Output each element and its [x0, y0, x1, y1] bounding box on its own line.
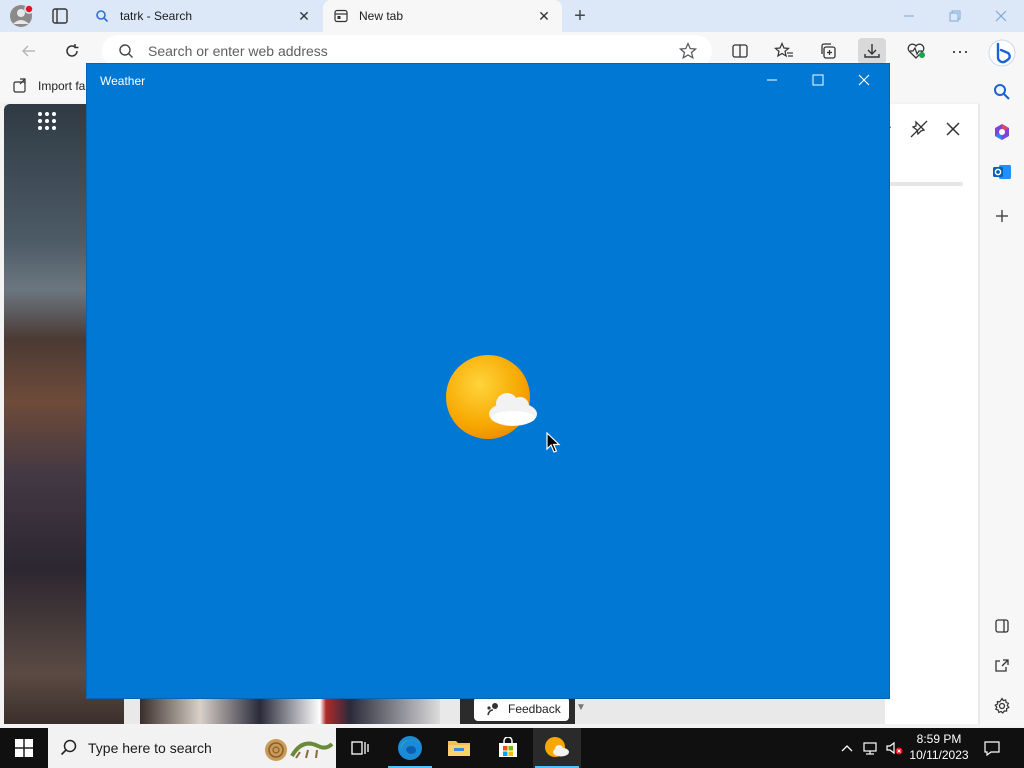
clock-time: 8:59 PM — [916, 732, 962, 746]
mouse-cursor-icon — [546, 431, 562, 454]
panel-divider — [889, 182, 963, 186]
address-input[interactable] — [148, 41, 668, 61]
microsoft-365-icon[interactable] — [990, 120, 1014, 144]
search-highlight-fossil-icon — [265, 739, 334, 761]
search-icon — [118, 43, 134, 59]
browser-restore-icon[interactable] — [932, 0, 978, 32]
collections-icon[interactable] — [814, 38, 842, 64]
taskbar-search-box[interactable]: Type here to search — [48, 728, 336, 768]
downloads-icon[interactable] — [858, 38, 886, 64]
windows-start-icon[interactable] — [0, 728, 48, 768]
browser-minimize-icon[interactable] — [886, 0, 932, 32]
maximize-icon[interactable] — [795, 64, 841, 96]
panel-close-icon[interactable] — [942, 118, 964, 140]
tab-new-tab[interactable]: New tab ✕ — [323, 0, 562, 32]
tab-search[interactable]: tatrk - Search ✕ — [84, 0, 322, 32]
tab-actions-menu-icon[interactable] — [48, 5, 72, 27]
weather-sun-cloud-icon — [445, 354, 541, 444]
more-options-icon[interactable]: ··· — [946, 38, 974, 64]
browser-close-icon[interactable] — [978, 0, 1024, 32]
tab-close-icon[interactable]: ✕ — [294, 6, 314, 26]
search-icon — [60, 739, 77, 756]
weather-window[interactable]: Weather — [87, 64, 889, 698]
side-panel — [885, 104, 978, 724]
chevron-down-icon[interactable]: ▼ — [576, 702, 588, 714]
favorite-star-icon[interactable] — [678, 41, 698, 61]
import-icon — [13, 78, 26, 93]
open-external-icon[interactable] — [990, 654, 1014, 678]
browser-tab-strip: tatrk - Search ✕ New tab ✕ + — [0, 0, 1024, 32]
profile-avatar-icon[interactable] — [8, 4, 34, 28]
chevron-up-icon[interactable] — [838, 728, 856, 768]
taskbar-weather-icon[interactable] — [533, 728, 581, 768]
import-favorites-link[interactable]: Import fa — [12, 76, 85, 96]
volume-muted-icon[interactable] — [884, 728, 904, 768]
app-launcher-icon[interactable] — [36, 110, 58, 132]
feedback-icon — [487, 703, 498, 716]
outlook-icon[interactable] — [990, 160, 1014, 184]
add-icon[interactable] — [990, 204, 1014, 228]
minimize-icon[interactable] — [749, 64, 795, 96]
close-icon[interactable] — [841, 64, 887, 96]
feedback-label: Feedback — [508, 702, 561, 716]
taskbar-edge-icon[interactable] — [386, 728, 434, 768]
taskbar: Type here to search 8:59 PM 10/11/2023 — [0, 728, 1024, 768]
clock-date: 10/11/2023 — [909, 748, 969, 762]
settings-gear-icon[interactable] — [990, 694, 1014, 718]
tab-close-icon[interactable]: ✕ — [534, 6, 554, 26]
microsoft-store-icon[interactable] — [484, 728, 532, 768]
tab-label: tatrk - Search — [120, 9, 193, 23]
new-tab-button[interactable]: + — [568, 5, 592, 27]
notification-center-icon[interactable] — [978, 728, 1006, 768]
sidebar-panel-icon[interactable] — [990, 614, 1014, 638]
split-screen-icon[interactable] — [726, 38, 754, 64]
favorites-icon[interactable] — [770, 38, 798, 64]
import-favorites-label: Import fa — [38, 79, 86, 93]
refresh-icon[interactable] — [59, 38, 85, 64]
copilot-icon[interactable] — [987, 38, 1017, 68]
back-arrow-icon[interactable] — [16, 38, 42, 64]
file-explorer-icon[interactable] — [435, 728, 483, 768]
search-icon[interactable] — [990, 80, 1014, 104]
browser-essentials-icon[interactable] — [902, 38, 930, 64]
network-icon[interactable] — [860, 728, 882, 768]
tab-label: New tab — [359, 9, 404, 23]
feedback-button[interactable]: Feedback — [474, 697, 569, 721]
edge-sidebar — [980, 32, 1024, 726]
task-view-icon[interactable] — [336, 728, 384, 768]
address-bar[interactable] — [102, 35, 712, 67]
news-thumbnail[interactable] — [140, 696, 440, 724]
system-clock[interactable]: 8:59 PM 10/11/2023 — [902, 731, 976, 765]
unpin-icon[interactable] — [908, 118, 934, 140]
window-title: Weather — [100, 74, 146, 88]
search-icon — [94, 8, 110, 24]
taskbar-search-placeholder: Type here to search — [88, 740, 212, 756]
new-tab-page-icon — [333, 8, 349, 24]
